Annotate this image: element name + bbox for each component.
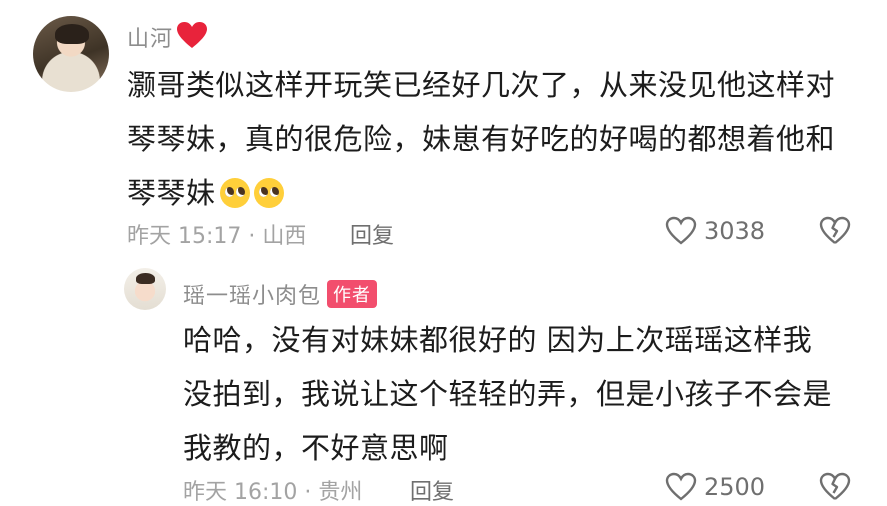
heart-outline-icon xyxy=(665,472,697,501)
heart-outline-icon xyxy=(665,216,697,245)
comment-body: 灏哥类似这样开玩笑已经好几次了，从来没见他这样对 琴琴妹，真的很危险，妹崽有好吃… xyxy=(127,58,867,220)
commenter-avatar[interactable] xyxy=(33,16,109,92)
reply-body: 哈哈，没有对妹妹都很好的 因为上次瑶瑶这样我 没拍到，我说让这个轻轻的弄，但是小… xyxy=(183,313,873,475)
author-name[interactable]: 瑶一瑶小肉包 xyxy=(183,284,321,309)
author-avatar[interactable] xyxy=(124,268,166,310)
reply-line: 没拍到，我说让这个轻轻的弄，但是小孩子不会是 xyxy=(183,377,833,411)
comment-line: 琴琴妹 xyxy=(127,166,867,220)
comment-line: 琴琴妹，真的很危险，妹崽有好吃的好喝的都想着他和 xyxy=(127,122,836,156)
comment-like-count: 3038 xyxy=(704,217,766,245)
pleading-face-emoji xyxy=(219,178,250,208)
reply-reply-button[interactable]: 回复 xyxy=(410,474,454,506)
reply-line: 哈哈，没有对妹妹都很好的 因为上次瑶瑶这样我 xyxy=(183,323,813,357)
reply-username[interactable]: 瑶一瑶小肉包 作者 xyxy=(183,278,378,310)
author-tag-badge: 作者 xyxy=(327,280,378,308)
commenter-name[interactable]: 山河 xyxy=(127,27,173,52)
reply-line: 我教的，不好意思啊 xyxy=(183,431,449,465)
broken-heart-icon[interactable] xyxy=(818,216,852,246)
comment-reply-button[interactable]: 回复 xyxy=(350,218,394,250)
comment-like-button[interactable]: 3038 xyxy=(665,216,765,246)
reply-like-button[interactable]: 2500 xyxy=(665,472,765,502)
broken-heart-icon[interactable] xyxy=(818,472,852,502)
red-heart-icon xyxy=(177,22,208,48)
comment-meta: 昨天 15:17 · 山西 xyxy=(127,224,307,249)
pleading-face-emoji xyxy=(253,178,284,208)
reply-meta: 昨天 16:10 · 贵州 xyxy=(183,480,363,505)
comment-line: 灏哥类似这样开玩笑已经好几次了，从来没见他这样对 xyxy=(127,68,836,102)
commenter-username[interactable]: 山河 xyxy=(127,21,208,53)
